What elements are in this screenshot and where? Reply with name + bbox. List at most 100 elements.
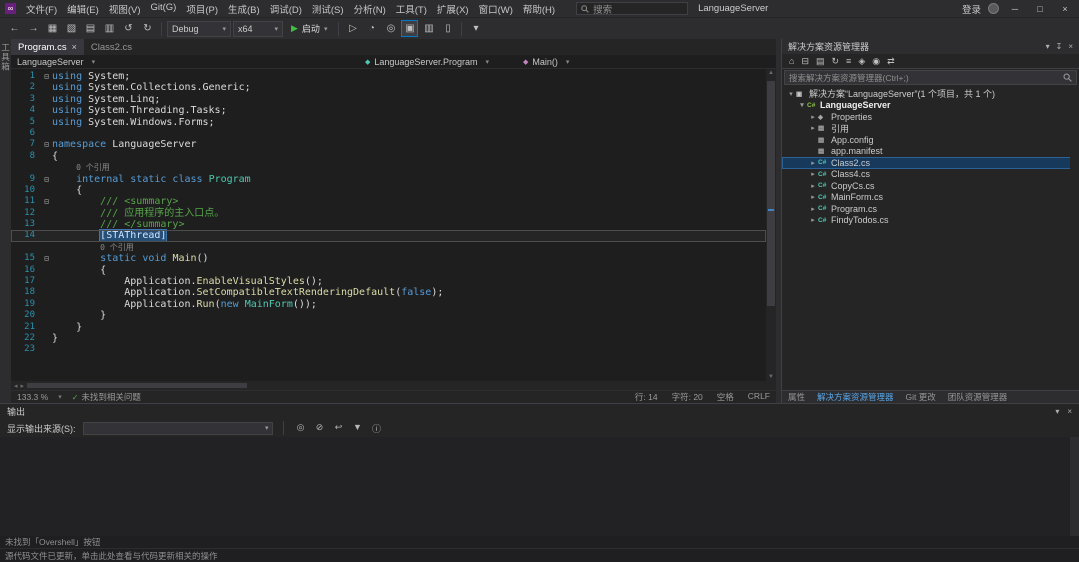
properties-icon[interactable]: ◈ [858,56,865,67]
fold-marker[interactable]: ⊟ [41,71,52,82]
close-icon[interactable]: × [72,42,77,52]
tree-item[interactable]: ▤ app.manifest [782,146,1079,158]
bookmark-icon[interactable]: ▯ [439,20,456,37]
tree-expander[interactable]: ▸ [808,113,818,121]
horizontal-scrollbar[interactable]: ◂ ▸ [11,381,766,390]
line-number[interactable]: 22 [11,333,41,344]
code-line[interactable]: 22} [11,333,766,344]
menu-item-测试-s[interactable]: 测试(S) [307,1,349,17]
toolbox-vertical-tab[interactable]: 工具箱 [0,43,12,72]
line-number[interactable]: 11 [11,196,41,207]
line-indicator[interactable]: 行: 14 [635,391,658,403]
maximize-button[interactable]: □ [1031,4,1049,14]
close-icon[interactable]: × [1068,42,1073,51]
line-number[interactable]: 9 [11,174,41,185]
line-number[interactable]: 15 [11,253,41,264]
tree-item[interactable]: ▤ App.config [782,134,1079,146]
menu-item-编辑-e[interactable]: 编辑(E) [62,1,104,17]
code-line[interactable]: 2 using System.Collections.Generic; [11,82,766,93]
window-position-icon[interactable]: ▾ [1055,407,1059,416]
menu-item-分析-n[interactable]: 分析(N) [349,1,391,17]
show-all-files-icon[interactable]: ▤ [816,56,825,67]
editor-tab-class2-cs[interactable]: Class2.cs [84,39,139,55]
line-number[interactable]: 13 [11,219,41,230]
code-line[interactable]: 21 } [11,322,766,333]
tree-item[interactable]: ▾ ▣ 解决方案“LanguageServer”(1 个项目，共 1 个) [782,88,1079,100]
line-number[interactable]: 12 [11,208,41,219]
menu-item-调试-d[interactable]: 调试(D) [265,1,307,17]
save-icon[interactable]: ▤ [82,20,99,37]
line-number[interactable]: 6 [11,128,41,139]
fold-marker[interactable]: ⊟ [41,174,52,185]
menu-item-视图-v[interactable]: 视图(V) [104,1,146,17]
wrap-icon[interactable]: ↩ [332,422,346,435]
tree-item[interactable]: ▸ C# Class4.cs [782,169,1079,181]
scroll-up-icon[interactable]: ▲ [766,70,776,76]
line-number[interactable]: 17 [11,276,41,287]
line-number[interactable]: 19 [11,299,41,310]
tree-item[interactable]: ▸ C# CopyCs.cs [782,180,1079,192]
line-number[interactable]: 16 [11,265,41,276]
code-line[interactable]: 15 ⊟ static void Main() [11,253,766,264]
line-number[interactable]: 5 [11,117,41,128]
code-line[interactable]: 10 { [11,185,766,196]
tree-item[interactable]: ▸ C# MainForm.cs [782,192,1079,204]
scroll-down-icon[interactable]: ▼ [766,374,776,380]
tree-expander[interactable]: ▸ [808,159,818,167]
code-line[interactable]: 19 Application.Run(new MainForm()); [11,299,766,310]
tree-expander[interactable]: ▸ [808,170,818,178]
line-number[interactable]: 7 [11,139,41,150]
line-number[interactable]: 18 [11,287,41,298]
tree-item[interactable]: ▸ ◈ Properties [782,111,1079,123]
tree-expander[interactable]: ▸ [808,124,818,132]
line-number[interactable]: 21 [11,322,41,333]
menu-item-文件-f[interactable]: 文件(F) [21,1,62,17]
code-line[interactable]: 6 [11,128,766,139]
tree-scrollbar[interactable] [1070,86,1079,390]
panel-tab-git-更改[interactable]: Git 更改 [900,391,942,403]
zoom-dropdown[interactable]: 133.3 % [17,392,48,402]
scrollbar-thumb[interactable] [767,81,775,306]
scroll-right-icon[interactable]: ▸ [21,382,25,390]
start-debugging-button[interactable]: ▶ 启动 ▾ [285,20,333,37]
output-scrollbar[interactable] [1070,437,1079,536]
pin-icon[interactable]: ↧ [1056,42,1063,51]
tree-item[interactable]: ▸ ▤ 引用 [782,123,1079,135]
window-position-icon[interactable]: ▾ [1046,42,1050,51]
code-line[interactable]: 9 ⊟ internal static class Program [11,174,766,185]
tree-item[interactable]: ▸ C# Program.cs [782,203,1079,215]
collapse-all-icon[interactable]: ⊟ [801,56,809,67]
code-line[interactable]: 11 ⊟ /// <summary> [11,196,766,207]
minimize-button[interactable]: ─ [1006,4,1024,14]
close-icon[interactable]: × [1067,407,1072,416]
tree-item[interactable]: ▸ C# Class2.cs [782,157,1079,169]
toolbar-overflow-button[interactable]: ▾ [467,20,484,37]
info-icon[interactable]: ⓘ [370,422,384,435]
codelens-row[interactable]: 0 个引用 [11,162,766,173]
clear-all-icon[interactable]: ⊘ [313,422,327,435]
code-line[interactable]: 8{ [11,151,766,162]
tree-expander[interactable]: ▸ [808,216,818,224]
line-number[interactable]: 10 [11,185,41,196]
panel-tab-团队资源管理器[interactable]: 团队资源管理器 [942,391,1014,403]
editor-tab-program-cs[interactable]: Program.cs × [11,39,84,55]
codelens-row[interactable]: 0 个引用 [11,242,766,253]
menu-item-git-g[interactable]: Git(G) [145,1,181,17]
vertical-scrollbar[interactable]: ▲ ▼ [766,69,776,381]
code-line[interactable]: 20 } [11,310,766,321]
tree-expander[interactable]: ▾ [797,101,807,109]
line-number[interactable]: 1 [11,71,41,82]
column-indicator[interactable]: 字符: 20 [672,391,703,403]
scroll-left-icon[interactable]: ◂ [14,382,18,390]
output-source-dropdown[interactable]: ▾ [82,421,273,435]
code-line[interactable]: 13 /// </summary> [11,219,766,230]
code-line[interactable]: 16 { [11,265,766,276]
project-dropdown[interactable]: LanguageServer ▾ [17,57,365,67]
new-project-icon[interactable]: ▦ [44,20,61,37]
line-number[interactable]: 4 [11,105,41,116]
line-ending-indicator[interactable]: CRLF [748,391,770,403]
menu-item-帮助-h[interactable]: 帮助(H) [518,1,560,17]
notification-bar[interactable]: 未找到「Overshell」按钮 [0,536,1079,548]
undo-icon[interactable]: ↺ [120,20,137,37]
menu-item-扩展-x[interactable]: 扩展(X) [432,1,474,17]
